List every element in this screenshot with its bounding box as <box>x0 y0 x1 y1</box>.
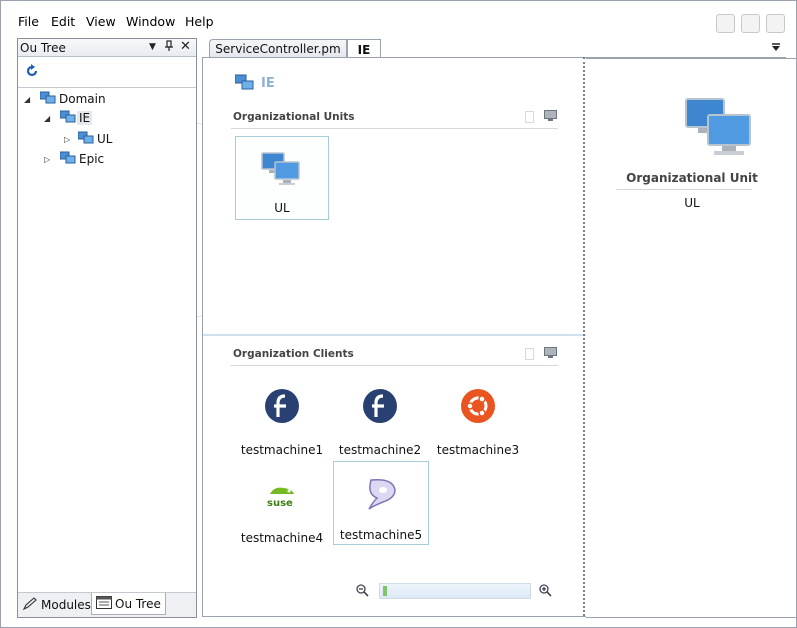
app-window: File Edit View Window Help Ou Tree ▼ ✕ ◢ <box>0 0 797 628</box>
zoom-slider-thumb[interactable] <box>383 586 387 596</box>
gentoo-icon <box>363 476 399 515</box>
tab-service-controller-label: ServiceController.pm <box>215 42 341 56</box>
client-tile[interactable]: testmachine2 <box>333 380 427 462</box>
tab-ie[interactable]: IE <box>347 39 381 59</box>
section-divider <box>231 365 558 366</box>
expanded-arrow-icon[interactable]: ◢ <box>44 114 54 123</box>
network-computers-icon <box>261 151 301 190</box>
suse-icon: suse <box>264 476 300 515</box>
tab-overflow-icon[interactable] <box>771 42 781 55</box>
client-tile-selected[interactable]: testmachine5 <box>333 461 429 545</box>
vertical-splitter[interactable] <box>583 57 585 616</box>
client-label: testmachine4 <box>240 531 324 545</box>
tree-window-icon <box>96 595 112 612</box>
details-panel: Organizational Unit UL <box>586 58 797 618</box>
pencil-icon <box>22 596 38 614</box>
zoom-slider[interactable] <box>379 583 531 599</box>
tree-node-ie[interactable]: ◢ IE <box>44 109 93 127</box>
dropdown-icon[interactable]: ▼ <box>149 42 156 52</box>
network-computers-icon <box>684 95 754 162</box>
fedora-icon <box>264 388 300 427</box>
client-tile[interactable]: suse testmachine4 <box>235 468 329 550</box>
menu-help[interactable]: Help <box>185 14 214 29</box>
zoom-in-icon[interactable] <box>539 584 552 600</box>
collapsed-arrow-icon[interactable]: ▷ <box>44 155 54 164</box>
tab-modules-label: Modules <box>41 598 91 612</box>
org-units-heading: Organizational Units <box>233 111 355 123</box>
ubuntu-icon <box>460 388 496 427</box>
close-window-button[interactable] <box>766 14 785 33</box>
menu-edit[interactable]: Edit <box>51 14 75 29</box>
svg-text:suse: suse <box>267 498 293 509</box>
network-computers-icon <box>59 110 76 127</box>
network-computers-icon <box>77 131 94 148</box>
menu-bar: File Edit View Window Help <box>1 1 796 37</box>
network-computers-icon <box>234 74 255 95</box>
menu-view[interactable]: View <box>86 14 116 29</box>
tree-node-label: UL <box>97 132 113 146</box>
monitor-icon[interactable] <box>544 347 557 358</box>
zoom-out-icon[interactable] <box>356 584 369 600</box>
org-unit-tile[interactable]: UL <box>235 136 329 220</box>
maximize-button[interactable] <box>741 14 760 33</box>
fedora-icon <box>362 388 398 427</box>
network-computers-icon <box>59 151 76 168</box>
org-clients-heading: Organization Clients <box>233 348 354 360</box>
org-unit-label: UL <box>274 201 290 215</box>
blank-page-icon[interactable] <box>524 111 535 123</box>
details-name-value: UL <box>684 196 700 210</box>
client-tile[interactable]: testmachine1 <box>235 380 329 462</box>
client-label: testmachine1 <box>240 443 324 457</box>
ou-tree-pane: Ou Tree ▼ ✕ ◢ Domain ◢ IE ▷ UL ▷ Epic Mo… <box>17 38 197 618</box>
tree-node-epic[interactable]: ▷ Epic <box>44 150 104 168</box>
tree-node-label: Domain <box>59 92 106 106</box>
pin-icon[interactable] <box>164 40 174 55</box>
refresh-icon[interactable] <box>25 64 39 81</box>
minimize-button[interactable] <box>716 14 735 33</box>
client-label: testmachine5 <box>339 528 423 542</box>
page-title: IE <box>261 76 275 91</box>
client-label: testmachine3 <box>436 443 520 457</box>
tree-node-label: Epic <box>79 152 105 166</box>
ou-tree-titlebar: Ou Tree ▼ ✕ <box>18 39 196 57</box>
network-computers-icon <box>39 91 56 108</box>
tree-node-domain[interactable]: ◢ Domain <box>24 90 106 108</box>
collapsed-arrow-icon[interactable]: ▷ <box>64 135 74 144</box>
close-pane-icon[interactable]: ✕ <box>180 39 191 54</box>
client-label: testmachine2 <box>338 443 422 457</box>
section-divider <box>231 128 558 129</box>
menu-file[interactable]: File <box>18 14 39 29</box>
client-tile[interactable]: testmachine3 <box>431 380 525 462</box>
tree-node-label: IE <box>77 111 93 125</box>
expanded-arrow-icon[interactable]: ◢ <box>24 95 34 104</box>
tab-ie-label: IE <box>357 42 371 57</box>
blank-page-icon[interactable] <box>524 348 535 360</box>
details-type-label: Organizational Unit <box>626 171 758 185</box>
tab-service-controller[interactable]: ServiceController.pm <box>209 39 347 58</box>
monitor-icon[interactable] <box>544 110 557 121</box>
ou-tree-title: Ou Tree <box>20 41 66 55</box>
tab-ou-tree[interactable]: Ou Tree <box>91 593 166 615</box>
tab-modules[interactable]: Modules <box>18 595 95 615</box>
ou-tree-toolbar <box>18 57 196 88</box>
tree-node-ul[interactable]: ▷ UL <box>64 130 112 148</box>
tab-ou-tree-label: Ou Tree <box>115 596 161 611</box>
pane-tab-strip: Modules Ou Tree <box>18 592 196 617</box>
menu-window[interactable]: Window <box>126 14 175 29</box>
details-divider <box>616 189 752 190</box>
